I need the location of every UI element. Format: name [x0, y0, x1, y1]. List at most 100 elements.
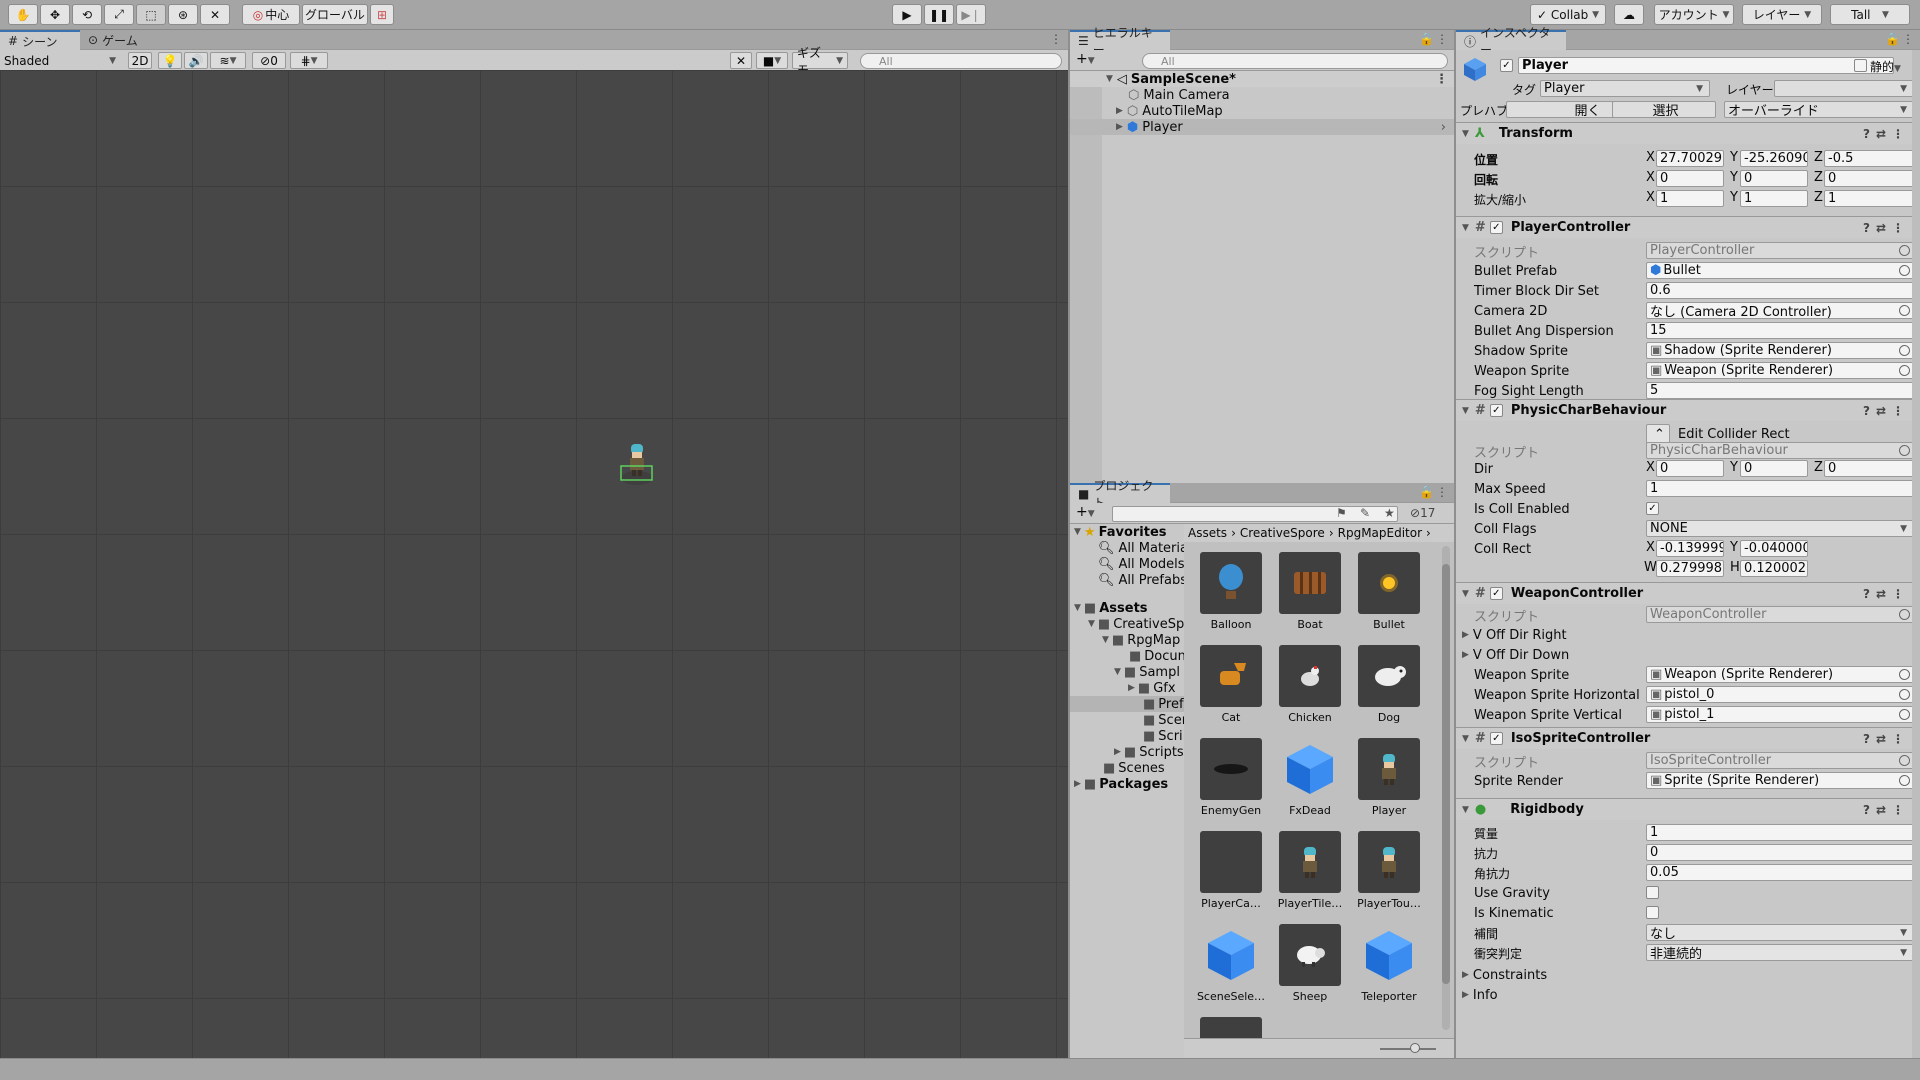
- object-picker-icon[interactable]: [1899, 365, 1910, 376]
- 2d-toggle[interactable]: 2D: [128, 52, 152, 69]
- position-y-field[interactable]: -25.26090: [1740, 150, 1808, 167]
- asset-tile[interactable]: Player: [1352, 738, 1426, 830]
- project-search-input[interactable]: [1112, 506, 1398, 522]
- tab-scene[interactable]: # シーン: [0, 30, 80, 50]
- lighting-toggle[interactable]: 💡: [158, 52, 182, 69]
- hierarchy-menu-icon[interactable]: ⋮: [1436, 32, 1448, 46]
- tab-hierarchy[interactable]: ☰ヒエラルキー: [1070, 26, 1170, 57]
- enable-checkbox[interactable]: ✓: [1489, 404, 1503, 417]
- object-picker-icon[interactable]: [1899, 709, 1910, 720]
- tree-item-rpgmap[interactable]: ▼ ■ RpgMap: [1102, 632, 1180, 648]
- scene-tools-button[interactable]: ✕: [730, 52, 752, 69]
- physicchar-header[interactable]: ▼ # ✓ PhysicCharBehaviour ?⇄⋮: [1456, 399, 1920, 421]
- is-coll-enabled-checkbox[interactable]: ✓: [1646, 502, 1659, 515]
- max-speed-field[interactable]: 1: [1646, 480, 1914, 497]
- tab-inspector[interactable]: ⓘインスペクター: [1456, 26, 1566, 57]
- component-header-icons[interactable]: ?⇄⋮: [1863, 587, 1910, 601]
- global-toggle[interactable]: グローバル: [302, 4, 368, 25]
- tree-item-all-materials[interactable]: 🔍︎All Material: [1098, 540, 1184, 556]
- static-dropdown[interactable]: 静的▼: [1870, 58, 1901, 75]
- info-foldout[interactable]: ▶ Info: [1462, 986, 1498, 1004]
- sprite-render-field[interactable]: ▣ Sprite (Sprite Renderer): [1646, 772, 1914, 789]
- asset-tile[interactable]: PlayerCa…: [1194, 831, 1268, 923]
- effects-dropdown[interactable]: ≋ ▼: [210, 52, 246, 69]
- pivot-toggle[interactable]: ◎ 中心: [242, 4, 300, 25]
- account-dropdown[interactable]: アカウント ▼: [1654, 4, 1734, 25]
- lock-icon[interactable]: 🔒: [1885, 32, 1900, 46]
- isospritecontroller-header[interactable]: ▼ # ✓ IsoSpriteController ?⇄⋮: [1456, 727, 1920, 749]
- filter-type-icon[interactable]: ⚑: [1336, 506, 1347, 520]
- object-picker-icon[interactable]: [1899, 689, 1910, 700]
- tree-item-assets[interactable]: ▼ ■ Assets: [1074, 600, 1148, 616]
- property-field[interactable]: ⬢ Bullet: [1646, 262, 1914, 279]
- collab-dropdown[interactable]: ✓ Collab ▼: [1530, 4, 1606, 25]
- tree-item-scenes-sub[interactable]: ■Scer: [1140, 712, 1184, 728]
- transform-tool-button[interactable]: ⊛: [168, 4, 198, 25]
- scale-y-field[interactable]: 1: [1740, 190, 1808, 207]
- rect-tool-button[interactable]: ⬚: [136, 4, 166, 25]
- scale-tool-button[interactable]: ⤢: [104, 4, 134, 25]
- assets-scrollbar[interactable]: [1442, 546, 1450, 1030]
- coll-rect-w-field[interactable]: 0.279998: [1656, 560, 1724, 577]
- scene-menu-icon[interactable]: ⋮: [1435, 72, 1448, 87]
- snap-button[interactable]: ⊞: [370, 4, 394, 25]
- icon-size-slider[interactable]: [1380, 1048, 1436, 1050]
- step-button[interactable]: ▶❘: [956, 4, 986, 25]
- breadcrumb-item[interactable]: CreativeSpore: [1240, 526, 1325, 540]
- chevron-right-icon[interactable]: ›: [1441, 120, 1446, 135]
- tree-item-scenes[interactable]: ■ Scenes: [1100, 760, 1165, 776]
- layer-dropdown[interactable]: ▼: [1774, 80, 1914, 97]
- v-off-dir-down-foldout[interactable]: ▶ V Off Dir Down: [1462, 646, 1569, 664]
- asset-tile[interactable]: PlayerTile…: [1273, 831, 1347, 923]
- property-field[interactable]: ▣ pistol_1: [1646, 706, 1914, 723]
- inspector-menu-icon[interactable]: ⋮: [1902, 32, 1914, 46]
- hidden-packages-toggle[interactable]: ⊘17: [1410, 506, 1435, 520]
- grid-snap-dropdown[interactable]: ⋕ ▼: [290, 52, 328, 69]
- constraints-foldout[interactable]: ▶ Constraints: [1462, 966, 1547, 984]
- hierarchy-item-autotilemap[interactable]: ▶ ⬡ AutoTileMap: [1070, 103, 1454, 119]
- component-header-icons[interactable]: ?⇄⋮: [1863, 404, 1910, 418]
- dir-y-field[interactable]: 0: [1740, 460, 1808, 477]
- property-field[interactable]: ▣ Weapon (Sprite Renderer): [1646, 666, 1914, 683]
- hidden-objects-toggle[interactable]: ⊘ 0: [252, 52, 286, 69]
- component-header-icons[interactable]: ?⇄⋮: [1863, 221, 1910, 235]
- create-dropdown[interactable]: +▼: [1076, 504, 1095, 520]
- rotation-x-field[interactable]: 0: [1656, 170, 1724, 187]
- dir-z-field[interactable]: 0: [1824, 460, 1914, 477]
- use-gravity-checkbox[interactable]: [1646, 886, 1659, 899]
- tree-item-gfx[interactable]: ▶ ■ Gfx: [1128, 680, 1176, 696]
- play-button[interactable]: ▶: [892, 4, 922, 25]
- tree-item-scripts-sub[interactable]: ■ Scri: [1140, 728, 1183, 744]
- lock-icon[interactable]: 🔒: [1419, 485, 1434, 499]
- asset-tile[interactable]: Boat: [1273, 552, 1347, 644]
- asset-tile[interactable]: EnemyGen: [1194, 738, 1268, 830]
- rotate-tool-button[interactable]: ⟲: [72, 4, 102, 25]
- rigidbody-header[interactable]: ▼ ● Rigidbody ?⇄⋮: [1456, 798, 1920, 820]
- component-header-icons[interactable]: ?⇄⋮: [1863, 732, 1910, 746]
- hierarchy-item-player[interactable]: ▶ ⬢ Player ›: [1070, 119, 1454, 135]
- asset-tile[interactable]: Teleporter: [1352, 924, 1426, 1016]
- inspector-scrollbar[interactable]: [1912, 50, 1920, 1058]
- tree-item-packages[interactable]: ▶ ■ Packages: [1074, 776, 1168, 792]
- coll-rect-h-field[interactable]: 0.120002: [1740, 560, 1808, 577]
- active-checkbox[interactable]: ✓: [1500, 59, 1513, 72]
- audio-toggle[interactable]: 🔊: [184, 52, 208, 69]
- tag-dropdown[interactable]: Player ▼: [1540, 80, 1710, 97]
- tree-item-creativespore[interactable]: ▼ ■ CreativeSp: [1088, 616, 1184, 632]
- static-checkbox[interactable]: [1854, 59, 1867, 72]
- object-picker-icon[interactable]: [1899, 669, 1910, 680]
- player-sprite[interactable]: [620, 442, 654, 485]
- property-field[interactable]: 5: [1646, 382, 1914, 399]
- dir-x-field[interactable]: 0: [1656, 460, 1724, 477]
- component-header-icons[interactable]: ?⇄⋮: [1863, 803, 1910, 817]
- enable-checkbox[interactable]: ✓: [1489, 732, 1503, 745]
- coll-rect-x-field[interactable]: -0.139999: [1656, 540, 1724, 557]
- interpolate-dropdown[interactable]: なし ▼: [1646, 924, 1914, 941]
- tree-item-docs[interactable]: ■ Docun: [1126, 648, 1184, 664]
- transform-header[interactable]: ▼ ⅄ Transform ?⇄⋮: [1456, 122, 1920, 144]
- hierarchy-item-main-camera[interactable]: ⬡ Main Camera: [1070, 87, 1454, 103]
- tree-item-all-models[interactable]: 🔍︎ All Models: [1098, 556, 1184, 572]
- hand-tool-button[interactable]: ✋: [8, 4, 38, 25]
- scene-menu-icon[interactable]: ⋮: [1050, 32, 1062, 46]
- position-z-field[interactable]: -0.5: [1824, 150, 1914, 167]
